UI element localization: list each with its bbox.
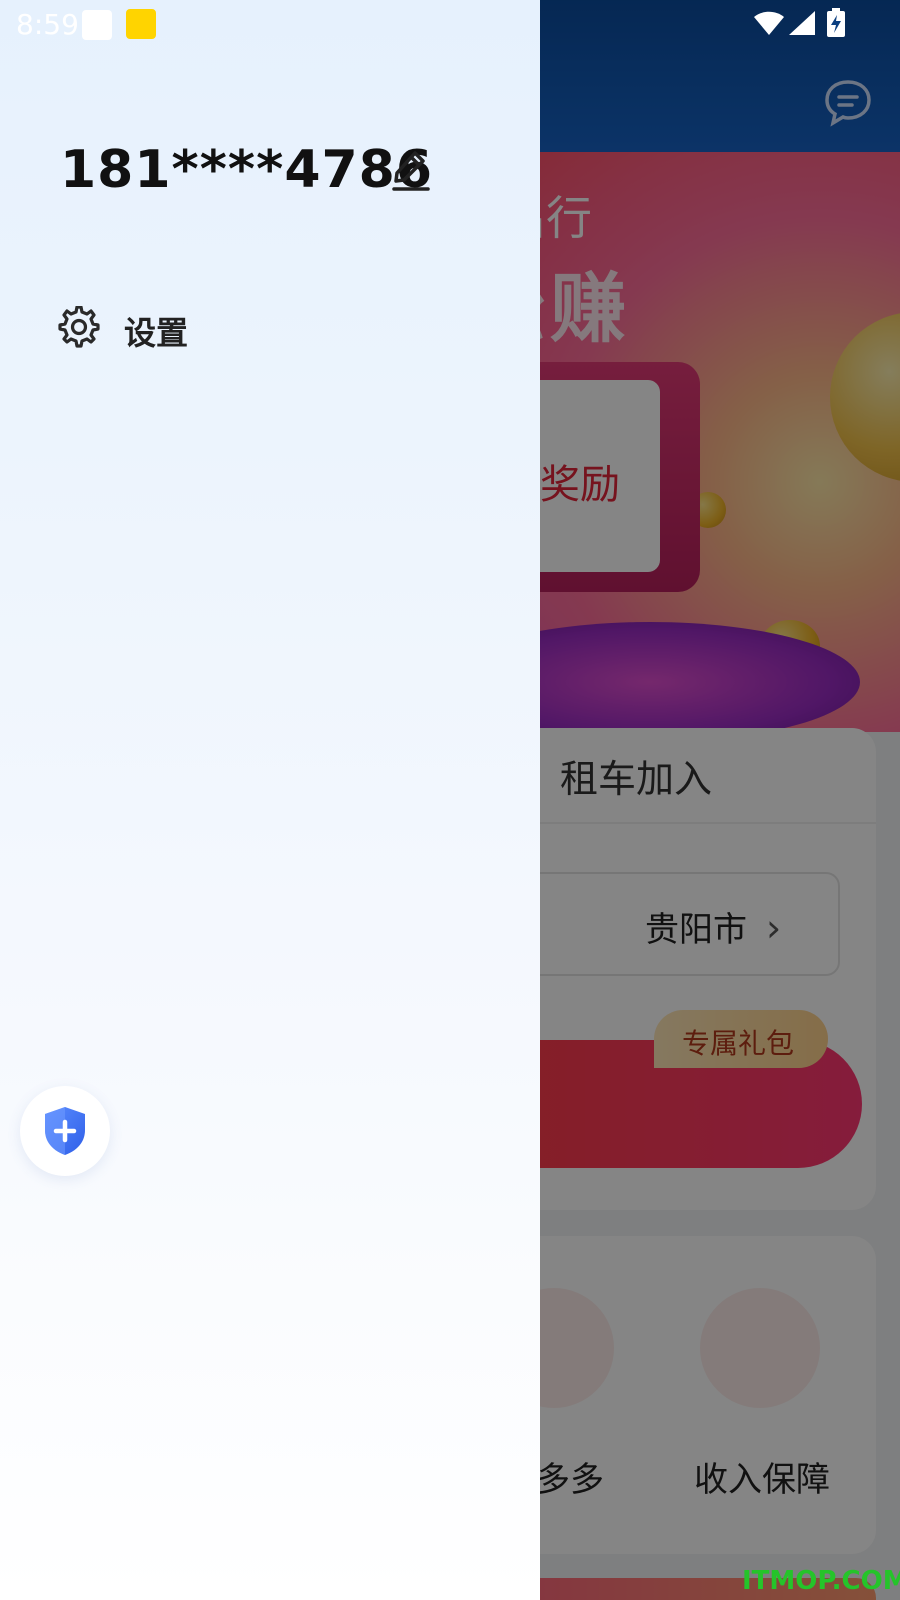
app-notification-icon (82, 10, 112, 40)
gear-icon (58, 306, 100, 348)
shield-plus-icon (45, 1107, 85, 1155)
app-notification-icon (126, 9, 156, 39)
battery-charging-icon (827, 8, 845, 37)
navigation-drawer: 181****4786 设置 (0, 0, 540, 1600)
status-bar: 8:59 (0, 0, 900, 48)
menu-item-label: 设置 (124, 314, 189, 352)
security-fab[interactable] (20, 1086, 110, 1176)
watermark: ITMOP.COM (742, 1566, 900, 1596)
pencil-edit-icon[interactable] (390, 148, 432, 192)
status-time: 8:59 (16, 8, 79, 41)
wifi-icon (754, 11, 784, 35)
signal-icon (789, 11, 815, 35)
menu-item-settings[interactable]: 设置 (58, 302, 358, 362)
user-phone-number: 181****4786 (60, 140, 434, 200)
